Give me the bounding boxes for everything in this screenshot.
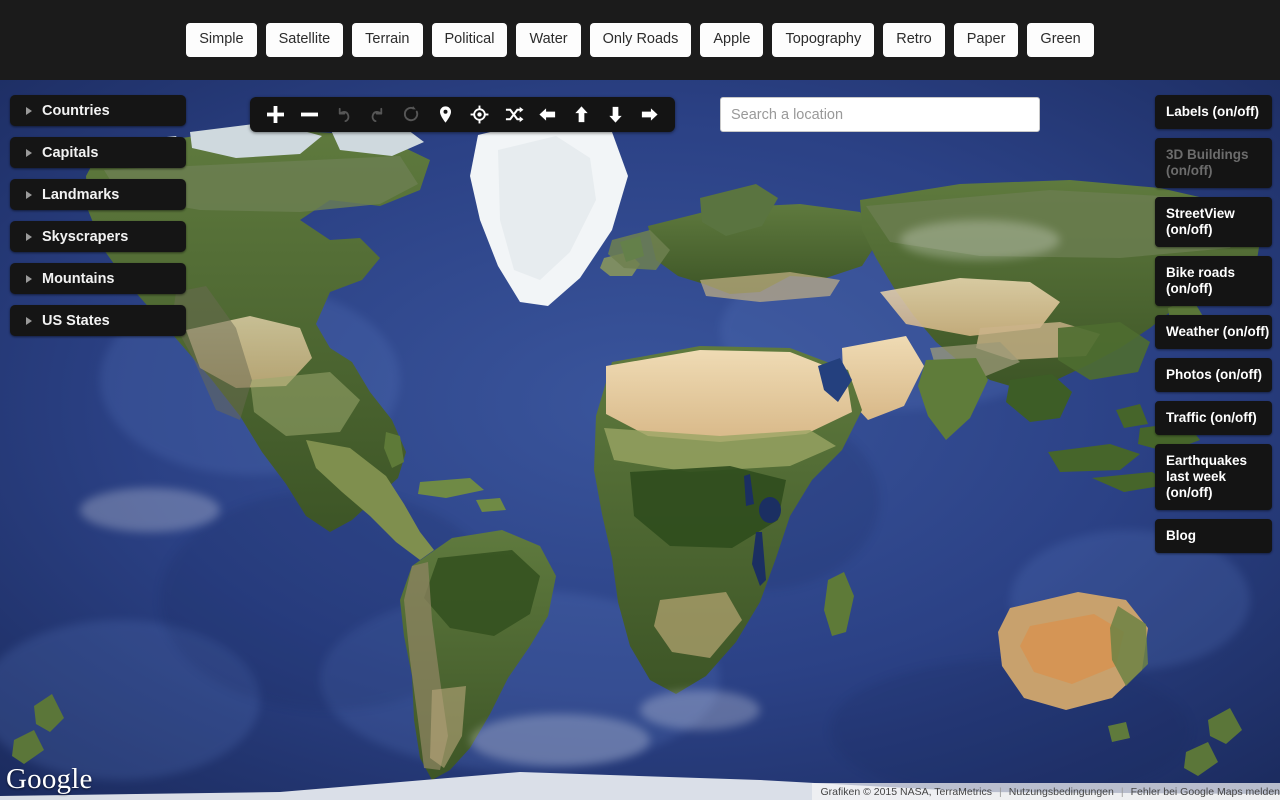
sidebar-item-label: Landmarks	[42, 186, 120, 203]
style-button-only-roads[interactable]: Only Roads	[589, 23, 692, 57]
map-style-toolbar: Simple Satellite Terrain Political Water…	[0, 0, 1280, 80]
chevron-right-icon	[26, 148, 32, 157]
map-controls-toolbar	[250, 97, 675, 132]
sidebar-item-label: Capitals	[42, 144, 99, 161]
sidebar-item-label: US States	[42, 312, 110, 329]
style-button-satellite[interactable]: Satellite	[265, 23, 344, 57]
layer-button-bike-roads[interactable]: Bike roads (on/off)	[1155, 256, 1272, 306]
sidebar-item-skyscrapers[interactable]: Skyscrapers	[10, 221, 186, 252]
layer-button-photos[interactable]: Photos (on/off)	[1155, 358, 1272, 392]
style-button-green[interactable]: Green	[1027, 23, 1094, 57]
sidebar-item-label: Countries	[42, 102, 110, 119]
undo-icon	[338, 107, 350, 123]
chevron-right-icon	[26, 316, 32, 325]
arrow-left-icon	[539, 108, 556, 121]
category-sidebar: Countries Capitals Landmarks Skyscrapers…	[10, 95, 186, 336]
locate-me-button[interactable]	[464, 99, 495, 130]
attribution-terms-link[interactable]: Nutzungsbedingungen	[1009, 786, 1114, 798]
attribution-separator-2: |	[1120, 785, 1124, 798]
redo-button	[362, 99, 393, 130]
reset-button	[396, 99, 427, 130]
sidebar-item-label: Skyscrapers	[42, 228, 129, 245]
minus-icon	[301, 112, 318, 117]
map-attribution-bar: Grafiken © 2015 NASA, TerraMetrics | Nut…	[812, 783, 1280, 800]
style-button-topography[interactable]: Topography	[772, 23, 875, 57]
shuffle-icon	[505, 106, 523, 123]
undo-button	[328, 99, 359, 130]
layer-button-weather[interactable]: Weather (on/off)	[1155, 315, 1272, 349]
search-container	[720, 97, 1040, 132]
chevron-right-icon	[26, 232, 32, 241]
sidebar-item-us-states[interactable]: US States	[10, 305, 186, 336]
random-place-button[interactable]	[498, 99, 529, 130]
map-marker-icon	[439, 106, 452, 123]
map-application: Simple Satellite Terrain Political Water…	[0, 0, 1280, 800]
plus-icon	[267, 106, 284, 123]
style-button-simple[interactable]: Simple	[186, 23, 257, 57]
satellite-world-map	[0, 80, 1280, 800]
zoom-out-button[interactable]	[294, 99, 325, 130]
attribution-separator-1: |	[999, 785, 1002, 798]
chevron-right-icon	[26, 274, 32, 283]
style-button-paper[interactable]: Paper	[953, 23, 1019, 57]
arrow-up-icon	[575, 106, 588, 123]
sidebar-item-capitals[interactable]: Capitals	[10, 137, 186, 168]
arrow-down-icon	[609, 106, 622, 123]
pan-up-button[interactable]	[566, 99, 597, 130]
pan-right-button[interactable]	[634, 99, 665, 130]
style-button-political[interactable]: Political	[431, 23, 508, 57]
style-button-apple[interactable]: Apple	[700, 23, 764, 57]
style-button-terrain[interactable]: Terrain	[352, 23, 423, 57]
layer-button-streetview[interactable]: StreetView (on/off)	[1155, 197, 1272, 247]
search-input[interactable]	[720, 97, 1040, 132]
sidebar-item-landmarks[interactable]: Landmarks	[10, 179, 186, 210]
layers-sidebar: Labels (on/off) 3D Buildings (on/off) St…	[1155, 95, 1280, 553]
chevron-right-icon	[26, 106, 32, 115]
pan-down-button[interactable]	[600, 99, 631, 130]
layer-button-labels[interactable]: Labels (on/off)	[1155, 95, 1272, 129]
zoom-in-button[interactable]	[260, 99, 291, 130]
layer-button-traffic[interactable]: Traffic (on/off)	[1155, 401, 1272, 435]
style-button-retro[interactable]: Retro	[883, 23, 945, 57]
attribution-imagery: Grafiken © 2015 NASA, TerraMetrics	[820, 785, 993, 798]
layer-button-earthquakes[interactable]: Earthquakes last week (on/off)	[1155, 444, 1272, 510]
map-canvas[interactable]: Google Grafiken © 2015 NASA, TerraMetric…	[0, 80, 1280, 800]
redo-icon	[371, 107, 383, 123]
arrow-right-icon	[641, 108, 658, 121]
crosshair-icon	[470, 105, 489, 124]
add-marker-button[interactable]	[430, 99, 461, 130]
google-watermark: Google	[6, 763, 93, 795]
style-button-water[interactable]: Water	[516, 23, 581, 57]
sidebar-item-mountains[interactable]: Mountains	[10, 263, 186, 294]
layer-button-blog[interactable]: Blog	[1155, 519, 1272, 553]
chevron-right-icon	[26, 190, 32, 199]
layer-button-3d-buildings: 3D Buildings (on/off)	[1155, 138, 1272, 188]
sidebar-item-countries[interactable]: Countries	[10, 95, 186, 126]
sidebar-item-label: Mountains	[42, 270, 115, 287]
pan-left-button[interactable]	[532, 99, 563, 130]
rotate-icon	[403, 105, 419, 122]
attribution-report-link[interactable]: Fehler bei Google Maps melden	[1131, 786, 1280, 798]
